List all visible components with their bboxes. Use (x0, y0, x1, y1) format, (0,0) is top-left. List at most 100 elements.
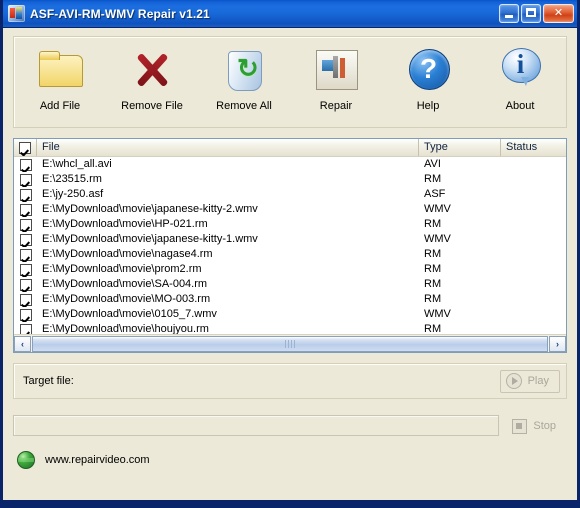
progress-bar (13, 415, 500, 436)
row-checkbox-cell[interactable] (14, 262, 37, 277)
file-cell: E:\MyDownload\movie\japanese-kitty-1.wmv (42, 233, 258, 245)
repair-button[interactable]: Repair (290, 40, 382, 124)
row-checkbox[interactable] (19, 188, 32, 201)
row-checkbox[interactable] (19, 263, 32, 276)
file-cell: E:\jy-250.asf (42, 188, 104, 200)
remove-all-label: Remove All (216, 100, 272, 112)
website-link[interactable]: www.repairvideo.com (45, 454, 150, 466)
table-row[interactable]: E:\MyDownload\movie\japanese-kitty-1.wmv… (14, 232, 566, 247)
scrollbar-track[interactable] (31, 335, 549, 352)
close-button[interactable]: ✕ (543, 4, 574, 23)
minimize-icon (500, 5, 518, 22)
file-cell: E:\MyDownload\movie\0105_7.wmv (42, 308, 217, 320)
remove-all-button[interactable]: Remove All (198, 40, 290, 124)
add-file-label: Add File (39, 100, 81, 112)
table-row[interactable]: E:\jy-250.asf ASF (14, 187, 566, 202)
row-checkbox-cell[interactable] (14, 187, 37, 202)
table-row[interactable]: E:\MyDownload\movie\HP-021.rm RM (14, 217, 566, 232)
add-file-button[interactable]: Add File (14, 40, 106, 124)
file-cell: E:\MyDownload\movie\SA-004.rm (42, 278, 208, 290)
table-row[interactable]: E:\MyDownload\movie\SA-004.rm RM (14, 277, 566, 292)
row-checkbox-cell[interactable] (14, 277, 37, 292)
column-header-file[interactable]: File (37, 139, 419, 156)
type-cell: ASF (424, 188, 446, 200)
status-cell (501, 247, 566, 262)
status-cell (501, 277, 566, 292)
row-checkbox-cell[interactable] (14, 292, 37, 307)
row-checkbox[interactable] (19, 158, 32, 171)
row-checkbox-cell[interactable] (14, 247, 37, 262)
type-cell: WMV (424, 203, 451, 215)
type-cell: RM (424, 263, 442, 275)
toolbar: Add File Remove File Remove All Repair H… (13, 36, 567, 128)
file-cell: E:\MyDownload\movie\houjyou.rm (42, 323, 209, 334)
row-checkbox[interactable] (19, 203, 32, 216)
tools-icon (313, 46, 359, 92)
table-row[interactable]: E:\MyDownload\movie\nagase4.rm RM (14, 247, 566, 262)
row-checkbox[interactable] (19, 248, 32, 261)
status-cell (501, 187, 566, 202)
table-row[interactable]: E:\MyDownload\movie\prom2.rm RM (14, 262, 566, 277)
row-checkbox[interactable] (19, 308, 32, 321)
type-cell: RM (424, 218, 442, 230)
red-x-icon (129, 46, 175, 92)
remove-file-label: Remove File (121, 100, 183, 112)
row-checkbox[interactable] (19, 293, 32, 306)
row-checkbox-cell[interactable] (14, 157, 37, 172)
table-row[interactable]: E:\MyDownload\movie\houjyou.rm RM (14, 322, 566, 334)
maximize-icon (522, 5, 540, 22)
minimize-button[interactable] (499, 4, 519, 23)
row-checkbox[interactable] (19, 218, 32, 231)
scroll-right-button[interactable]: › (549, 335, 566, 352)
type-cell: WMV (424, 233, 451, 245)
footer: www.repairvideo.com (17, 451, 567, 469)
horizontal-scrollbar[interactable]: ‹ › (14, 334, 566, 352)
table-row[interactable]: E:\23515.rm RM (14, 172, 566, 187)
status-cell (501, 157, 566, 172)
play-button[interactable]: Play (499, 369, 560, 393)
play-button-label: Play (527, 375, 549, 387)
file-list-header: File Type Status (14, 139, 566, 157)
recycle-bin-icon (221, 46, 267, 92)
close-icon: ✕ (553, 7, 564, 19)
help-label: Help (416, 100, 440, 112)
row-checkbox[interactable] (19, 323, 32, 334)
remove-file-button[interactable]: Remove File (106, 40, 198, 124)
row-checkbox-cell[interactable] (14, 217, 37, 232)
table-row[interactable]: E:\whcl_all.avi AVI (14, 157, 566, 172)
table-row[interactable]: E:\MyDownload\movie\MO-003.rm RM (14, 292, 566, 307)
help-button[interactable]: Help (382, 40, 474, 124)
row-checkbox-cell[interactable] (14, 232, 37, 247)
status-cell (501, 292, 566, 307)
status-cell (501, 232, 566, 247)
row-checkbox-cell[interactable] (14, 172, 37, 187)
type-cell: RM (424, 248, 442, 260)
row-checkbox-cell[interactable] (14, 202, 37, 217)
select-all-header[interactable] (14, 139, 37, 156)
file-cell: E:\23515.rm (42, 173, 102, 185)
row-checkbox[interactable] (19, 278, 32, 291)
type-cell: RM (424, 173, 442, 185)
column-header-type[interactable]: Type (419, 139, 501, 156)
type-cell: WMV (424, 308, 451, 320)
scrollbar-thumb[interactable] (32, 335, 548, 352)
title-bar: ASF-AVI-RM-WMV Repair v1.21 ✕ (3, 0, 577, 28)
scroll-left-button[interactable]: ‹ (14, 335, 31, 352)
row-checkbox-cell[interactable] (14, 322, 37, 334)
select-all-checkbox[interactable] (19, 141, 31, 154)
globe-icon (17, 451, 35, 469)
maximize-button[interactable] (521, 4, 541, 23)
column-header-status[interactable]: Status (501, 139, 566, 156)
row-checkbox[interactable] (19, 233, 32, 246)
row-checkbox-cell[interactable] (14, 307, 37, 322)
stop-button[interactable]: Stop (505, 414, 567, 437)
file-list-body[interactable]: E:\whcl_all.avi AVI E:\23515.rm RM E:\jy-250… (14, 157, 566, 334)
status-cell (501, 262, 566, 277)
file-cell: E:\MyDownload\movie\nagase4.rm (42, 248, 213, 260)
table-row[interactable]: E:\MyDownload\movie\japanese-kitty-2.wmv… (14, 202, 566, 217)
status-cell (501, 322, 566, 334)
about-button[interactable]: About (474, 40, 566, 124)
row-checkbox[interactable] (19, 173, 32, 186)
table-row[interactable]: E:\MyDownload\movie\0105_7.wmv WMV (14, 307, 566, 322)
type-cell: RM (424, 323, 442, 334)
